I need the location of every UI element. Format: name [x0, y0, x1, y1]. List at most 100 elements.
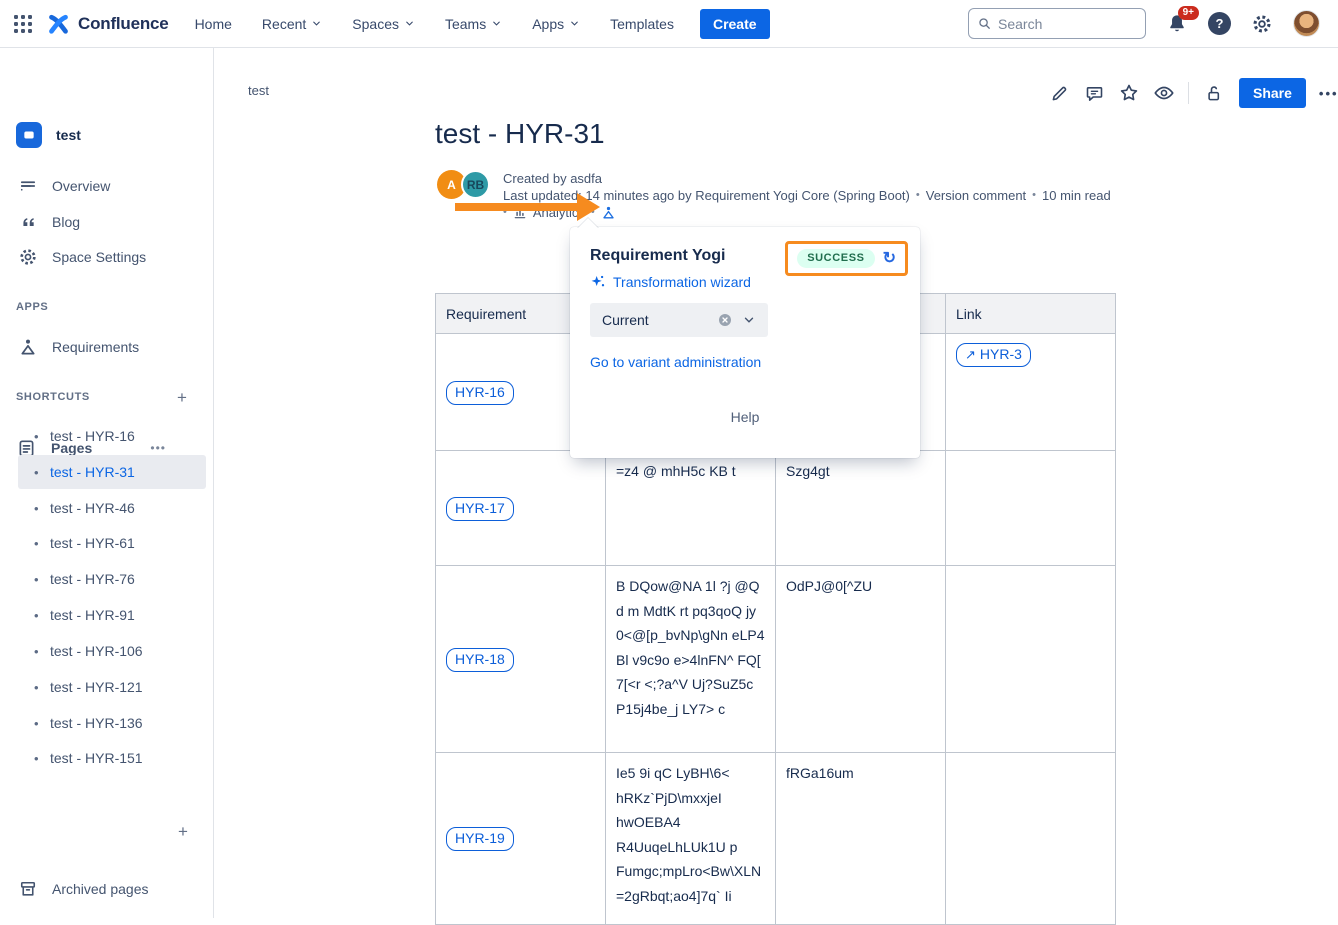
page-actions: Share ••• [1046, 78, 1338, 108]
sidebar-item-requirements[interactable]: Requirements [0, 330, 214, 364]
status-badge: SUCCESS [797, 249, 874, 268]
quote-icon [18, 212, 38, 232]
sidebar-page-hyr-16[interactable]: test - HYR-16 [18, 419, 206, 453]
sparkle-icon [590, 274, 606, 290]
nav-spaces[interactable]: Spaces [352, 16, 415, 32]
variant-select-value: Current [602, 312, 708, 328]
sidebar-item-overview[interactable]: Overview [0, 169, 214, 203]
gear-icon [18, 247, 38, 267]
share-button[interactable]: Share [1239, 78, 1306, 108]
help-link[interactable]: Help [570, 409, 920, 425]
requirement-lozenge[interactable]: HYR-17 [446, 497, 514, 521]
add-page-button[interactable]: + [174, 823, 192, 841]
notification-badge: 9+ [1178, 6, 1199, 20]
requirement-lozenge[interactable]: HYR-18 [446, 648, 514, 672]
apps-section-label: APPS [16, 301, 48, 313]
sidebar-page-hyr-61[interactable]: test - HYR-61 [18, 526, 206, 560]
notifications-button[interactable]: 9+ [1166, 13, 1188, 35]
sidebar-page-hyr-151[interactable]: test - HYR-151 [18, 741, 206, 775]
nav-teams[interactable]: Teams [445, 16, 502, 32]
column-header-link: Link [946, 294, 1116, 334]
chevron-down-icon [404, 18, 415, 29]
top-navigation: Confluence Home Recent Spaces Teams Apps… [0, 0, 1338, 48]
version-comment[interactable]: Version comment [926, 187, 1026, 204]
north-east-arrow-icon: ↗ [965, 348, 976, 361]
nav-apps[interactable]: Apps [532, 16, 580, 32]
more-actions-button[interactable]: ••• [1319, 86, 1338, 101]
restrictions-button[interactable] [1200, 80, 1226, 106]
byline-text: Created by asdfa Last updated: 14 minute… [503, 170, 1111, 221]
primary-nav: Home Recent Spaces Teams Apps Templates [195, 16, 674, 32]
table-row: HYR-18 B DQow@NA 1l ?j @Q d m MdtK rt pq… [436, 566, 1116, 753]
pencil-icon [1049, 83, 1070, 104]
unlock-icon [1203, 83, 1224, 104]
sidebar-page-hyr-136[interactable]: test - HYR-136 [18, 706, 206, 740]
archived-pages-button[interactable]: Archived pages [0, 873, 214, 905]
favorite-button[interactable] [1116, 80, 1142, 106]
confluence-logo-icon [46, 11, 71, 36]
sidebar-item-space-settings[interactable]: Space Settings [0, 240, 214, 274]
requirement-lozenge[interactable]: HYR-19 [446, 827, 514, 851]
sidebar: test Overview Blog Space Settings APPS R… [0, 48, 214, 918]
page-title: test - HYR-31 [435, 118, 605, 150]
transformation-wizard-link[interactable]: Transformation wizard [590, 274, 900, 290]
product-name: Confluence [78, 14, 169, 34]
link-lozenge[interactable]: ↗HYR-3 [956, 343, 1031, 367]
comment-button[interactable] [1081, 80, 1107, 106]
shortcuts-section-label: SHORTCUTS [16, 391, 90, 403]
chevron-down-icon [569, 18, 580, 29]
table-row: HYR-19 Ie5 9i qC LyBH\6< hRKz`PjD\mxxjeI… [436, 753, 1116, 925]
search-icon [977, 16, 992, 31]
sidebar-item-blog[interactable]: Blog [0, 205, 214, 239]
sidebar-page-hyr-31[interactable]: test - HYR-31 [18, 455, 206, 489]
space-icon [16, 122, 42, 148]
space-header[interactable]: test [16, 122, 81, 148]
app-switcher-icon[interactable] [14, 15, 32, 33]
byline-avatars: A RB [437, 170, 493, 200]
refresh-icon[interactable]: ↻ [883, 251, 896, 267]
star-icon [1118, 82, 1140, 104]
align-left-icon [18, 176, 38, 196]
nav-templates[interactable]: Templates [610, 16, 674, 32]
variant-administration-link[interactable]: Go to variant administration [590, 354, 900, 370]
sidebar-page-hyr-46[interactable]: test - HYR-46 [18, 491, 206, 525]
sidebar-page-hyr-76[interactable]: test - HYR-76 [18, 562, 206, 596]
avatar [1293, 10, 1320, 37]
requirement-yogi-icon[interactable] [601, 205, 616, 220]
chevron-down-icon[interactable] [742, 313, 756, 327]
create-button[interactable]: Create [700, 9, 770, 39]
confluence-logo[interactable]: Confluence [46, 11, 169, 36]
nav-home[interactable]: Home [195, 16, 232, 32]
help-button[interactable]: ? [1208, 12, 1231, 35]
breadcrumb[interactable]: test [248, 83, 269, 98]
clear-icon[interactable] [717, 312, 733, 328]
avatar[interactable]: RB [461, 170, 490, 199]
search-input[interactable] [998, 16, 1118, 32]
watch-button[interactable] [1151, 80, 1177, 106]
analytics-chart-icon [513, 206, 527, 220]
comment-icon [1084, 83, 1105, 104]
variant-select[interactable]: Current [590, 303, 768, 337]
search-box[interactable] [968, 8, 1146, 39]
chevron-down-icon [491, 18, 502, 29]
gear-icon [1251, 13, 1273, 35]
byline: A RB Created by asdfa Last updated: 14 m… [437, 170, 1111, 221]
edit-button[interactable] [1046, 80, 1072, 106]
last-updated[interactable]: Last updated: 14 minutes ago by Requirem… [503, 187, 910, 204]
divider [1188, 82, 1189, 104]
question-icon: ? [1208, 12, 1231, 35]
sidebar-page-hyr-121[interactable]: test - HYR-121 [18, 670, 206, 704]
space-name: test [56, 127, 81, 143]
settings-button[interactable] [1251, 13, 1273, 35]
archive-box-icon [18, 879, 38, 899]
nav-recent[interactable]: Recent [262, 16, 322, 32]
requirement-lozenge[interactable]: HYR-16 [446, 381, 514, 405]
sidebar-page-hyr-91[interactable]: test - HYR-91 [18, 598, 206, 632]
requirement-yogi-icon [18, 337, 38, 357]
requirement-yogi-popup: Requirement Yogi Transformation wizard C… [570, 227, 920, 458]
add-shortcut-button[interactable]: + [173, 389, 191, 407]
sidebar-page-hyr-106[interactable]: test - HYR-106 [18, 634, 206, 668]
profile-button[interactable] [1293, 10, 1320, 37]
read-time: 10 min read [1042, 187, 1111, 204]
created-by: Created by asdfa [503, 170, 602, 187]
